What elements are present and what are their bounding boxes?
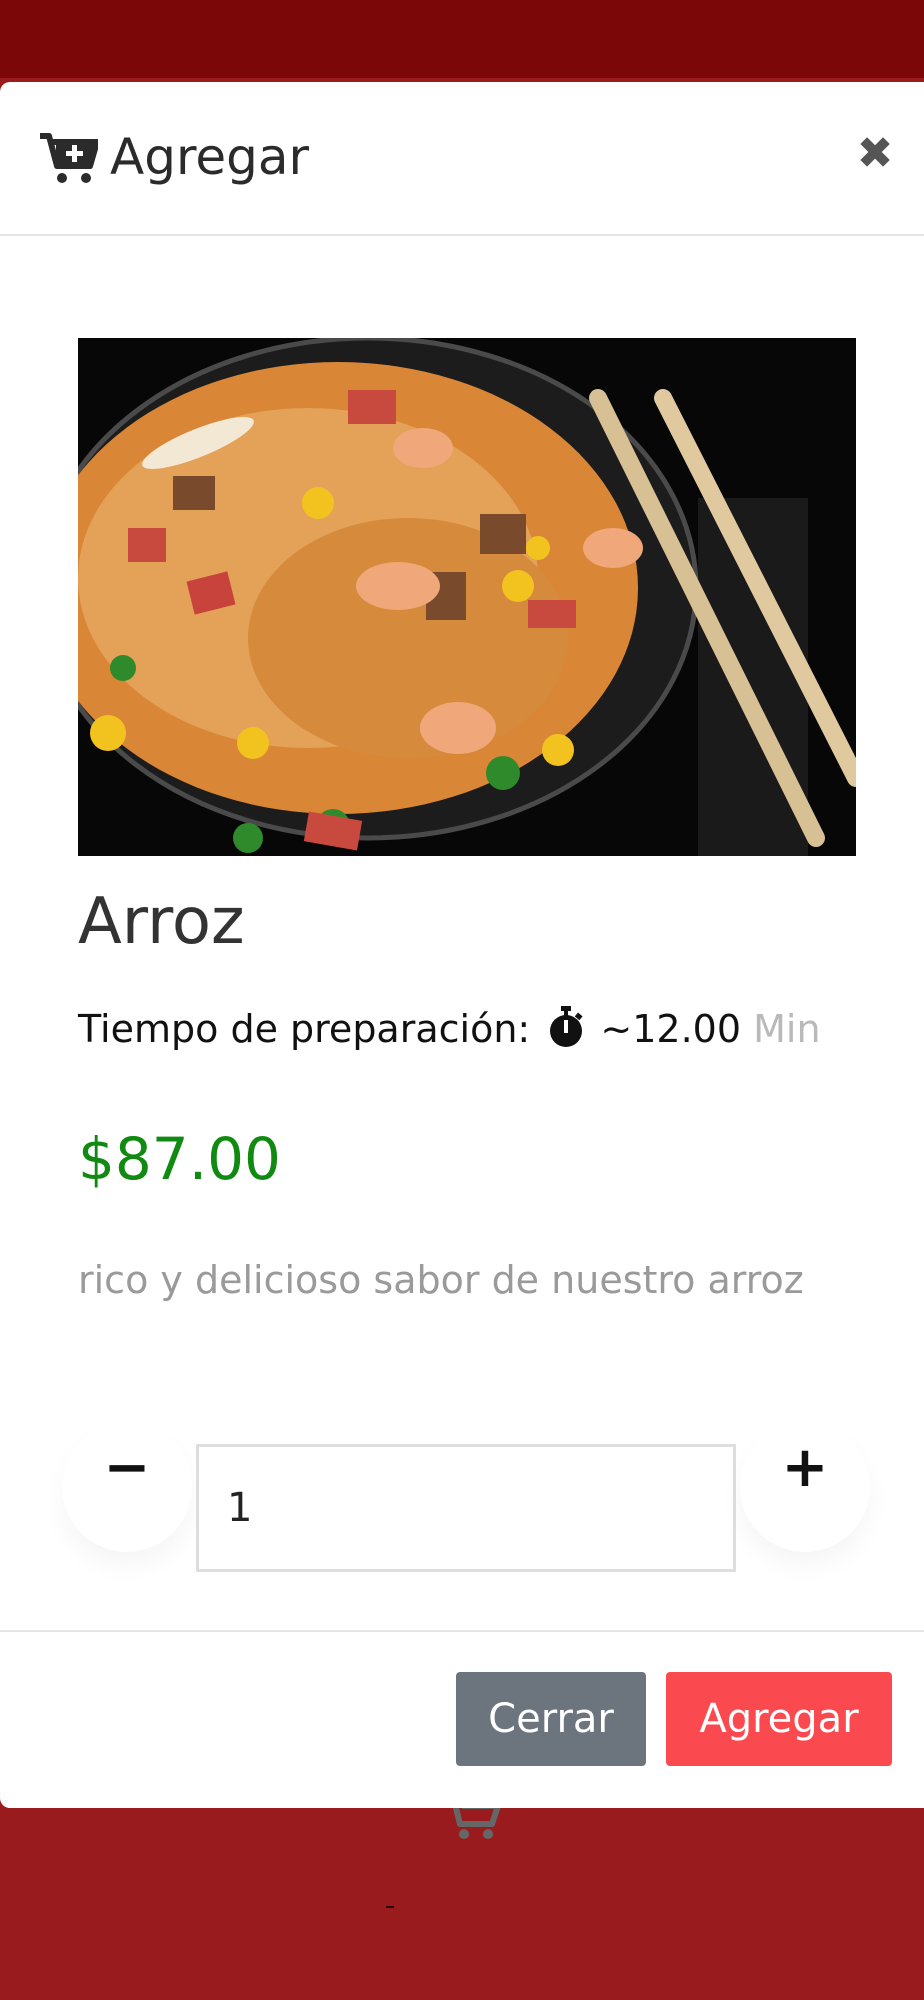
- stopwatch-icon: [550, 1006, 583, 1047]
- prep-time-unit: Min: [753, 1007, 821, 1051]
- top-nav-bar: [0, 0, 924, 78]
- cart-plus-icon: [40, 133, 98, 183]
- backdrop-mark: [386, 1906, 394, 1908]
- modal-header: Agregar ✖: [0, 82, 924, 236]
- add-to-cart-button[interactable]: Agregar: [666, 1672, 892, 1766]
- quantity-input[interactable]: [196, 1444, 736, 1572]
- prep-time-row: Tiempo de preparación: ~12.00 Min: [78, 1004, 821, 1054]
- add-to-cart-modal: Agregar ✖ Arroz Tiempo de preparación: ~…: [0, 82, 924, 1808]
- increase-quantity-button[interactable]: +: [740, 1422, 870, 1552]
- product-image: [78, 338, 856, 856]
- product-name: Arroz: [78, 885, 245, 959]
- plus-icon: +: [781, 1435, 829, 1500]
- product-description: rico y delicioso sabor de nuestro arroz: [78, 1258, 804, 1302]
- product-price: $87.00: [78, 1125, 281, 1193]
- modal-footer: Cerrar Agregar: [0, 1630, 924, 1808]
- close-icon[interactable]: ✖: [854, 130, 896, 178]
- decrease-quantity-button[interactable]: −: [62, 1422, 192, 1552]
- modal-title: Agregar: [110, 128, 310, 186]
- prep-time-label: Tiempo de preparación:: [78, 1007, 531, 1051]
- minus-icon: −: [103, 1435, 151, 1500]
- prep-time-value: ~12.00: [600, 1007, 742, 1051]
- fried-rice-photo: [78, 338, 856, 856]
- close-button[interactable]: Cerrar: [456, 1672, 646, 1766]
